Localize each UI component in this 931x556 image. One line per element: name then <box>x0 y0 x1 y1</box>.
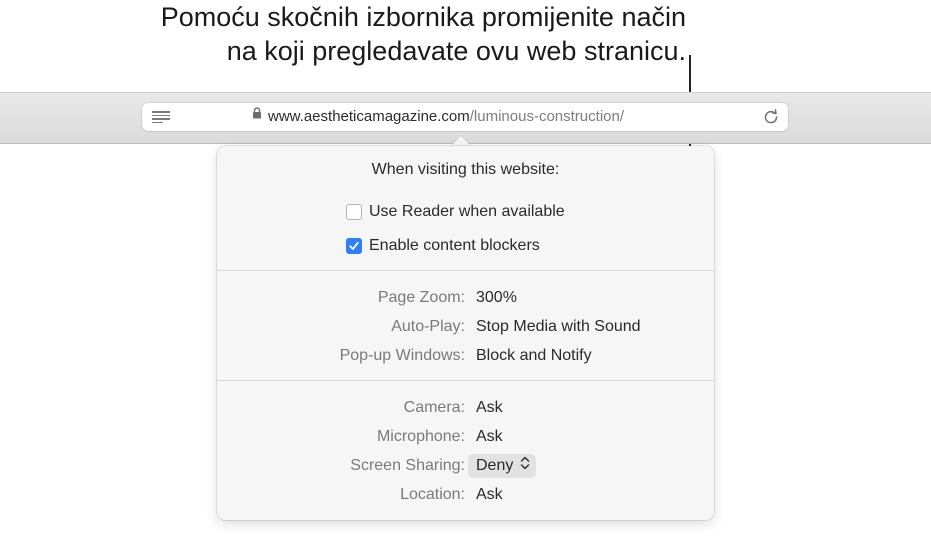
checkmark-icon <box>349 241 359 250</box>
chevron-up-down-icon <box>520 455 530 477</box>
content-blockers-checkbox-row[interactable]: Enable content blockers <box>346 236 540 256</box>
setting-row-location: Location: Ask <box>217 484 714 506</box>
popup-windows-label: Pop-up Windows: <box>339 347 465 364</box>
screen-sharing-label: Screen Sharing: <box>350 457 465 474</box>
page-zoom-value[interactable]: 300% <box>476 287 517 309</box>
address-bar[interactable]: www.aestheticamagazine.com/luminous-cons… <box>142 103 788 131</box>
reader-icon[interactable] <box>152 111 170 123</box>
divider <box>217 270 714 271</box>
callout-line-2: na koji pregledavate ovu web stranicu. <box>226 36 686 66</box>
microphone-label: Microphone: <box>376 428 465 445</box>
url-path: /luminous-construction/ <box>469 108 624 125</box>
setting-row-microphone: Microphone: Ask <box>217 426 714 448</box>
divider <box>217 380 714 381</box>
use-reader-checkbox-row[interactable]: Use Reader when available <box>346 202 565 222</box>
screen-sharing-popup-button[interactable]: Deny <box>468 454 537 478</box>
location-value[interactable]: Ask <box>476 484 503 506</box>
callout-text: Pomoću skočnih izbornika promijenite nač… <box>0 0 686 68</box>
setting-row-camera: Camera: Ask <box>217 397 714 419</box>
camera-value[interactable]: Ask <box>476 397 503 419</box>
screenshot-stage: Pomoću skočnih izbornika promijenite nač… <box>0 0 931 556</box>
url-field[interactable]: www.aestheticamagazine.com/luminous-cons… <box>252 103 624 131</box>
camera-label: Camera: <box>403 399 465 416</box>
use-reader-label: Use Reader when available <box>369 203 565 220</box>
setting-row-page-zoom: Page Zoom: 300% <box>217 287 714 309</box>
reload-icon[interactable] <box>762 108 780 126</box>
microphone-value[interactable]: Ask <box>476 426 503 448</box>
setting-row-auto-play: Auto-Play: Stop Media with Sound <box>217 316 714 338</box>
callout-line-1: Pomoću skočnih izbornika promijenite nač… <box>160 2 686 32</box>
website-settings-popover: When visiting this website: Use Reader w… <box>217 146 714 520</box>
page-zoom-label: Page Zoom: <box>377 289 465 306</box>
popover-title: When visiting this website: <box>371 161 560 178</box>
setting-row-screen-sharing: Screen Sharing: Deny <box>217 454 714 478</box>
content-blockers-label: Enable content blockers <box>369 237 540 254</box>
auto-play-value[interactable]: Stop Media with Sound <box>476 316 641 338</box>
content-blockers-checkbox[interactable] <box>346 238 362 254</box>
auto-play-label: Auto-Play: <box>391 318 465 335</box>
lock-icon <box>252 101 262 129</box>
popup-windows-value[interactable]: Block and Notify <box>476 345 592 367</box>
url-domain: www.aestheticamagazine.com <box>268 108 470 125</box>
setting-row-popup-windows: Pop-up Windows: Block and Notify <box>217 345 714 367</box>
location-label: Location: <box>400 486 465 503</box>
use-reader-checkbox[interactable] <box>346 204 362 220</box>
screen-sharing-value: Deny <box>476 457 514 474</box>
